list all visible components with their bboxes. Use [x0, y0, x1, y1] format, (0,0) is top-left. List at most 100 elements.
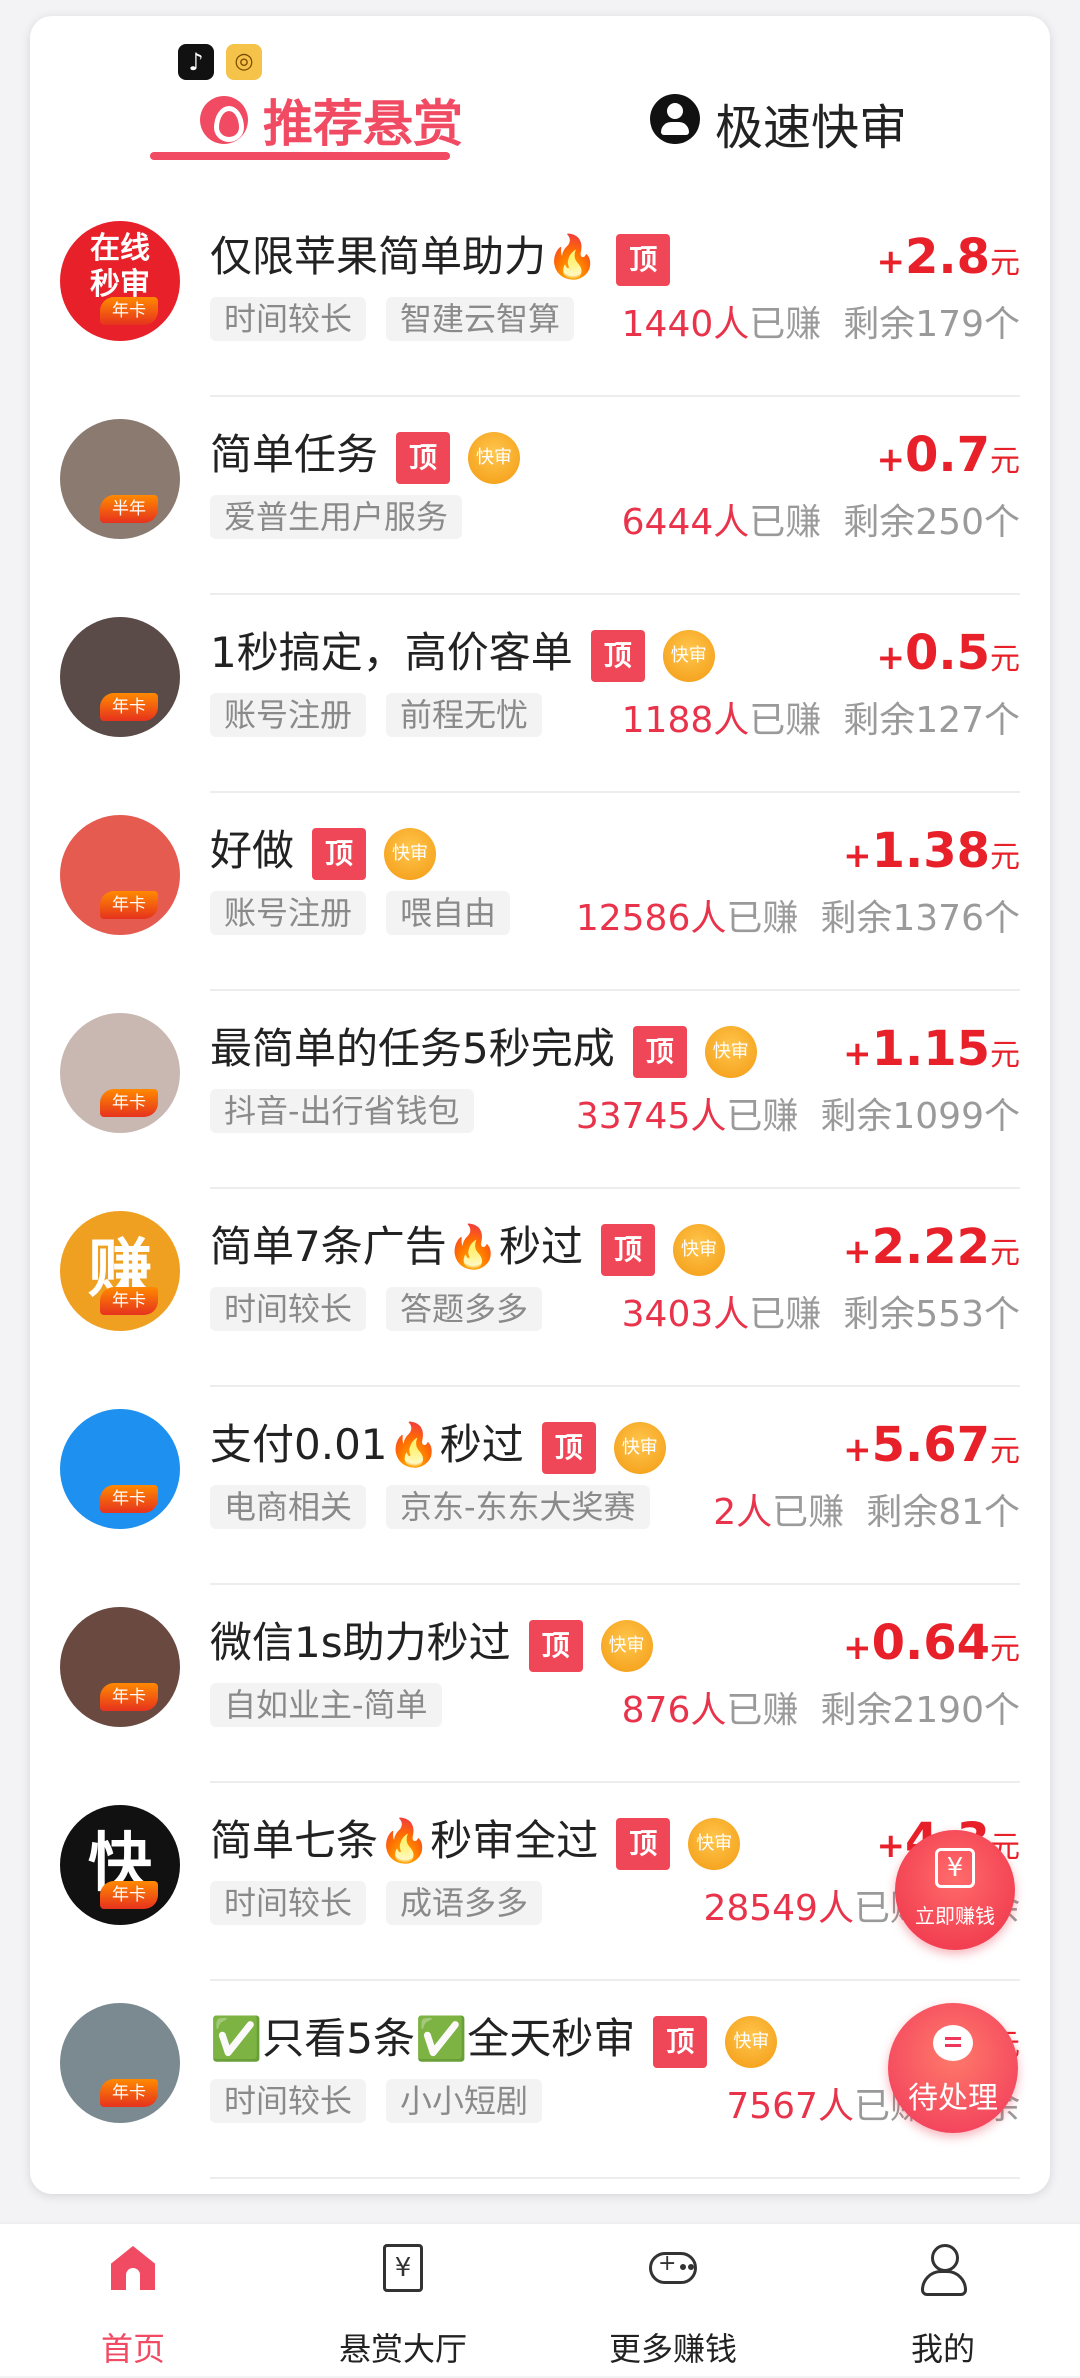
earned-count: 1188人已赚 [622, 691, 822, 743]
task-tag: 时间较长 [210, 297, 367, 341]
reward-unit: 元 [990, 444, 1020, 479]
task-row[interactable]: 年卡 最简单的任务5秒完成顶快审 +1.15元 抖音-出行省钱包 33745人已赚 剩余1… [30, 991, 1050, 1189]
task-tag: 账号注册 [210, 693, 367, 737]
reward-plus: + [843, 1232, 872, 1272]
fast-review-badge: 快审 [725, 2015, 778, 2068]
nav-mine-label: 我的 [910, 2330, 975, 2368]
task-tag: 答题多多 [386, 1287, 543, 1331]
year-card-badge: 年卡 [100, 1485, 158, 1513]
fast-review-badge: 快审 [384, 827, 437, 880]
reward-value: 1.38 [871, 823, 990, 879]
fast-review-badge: 快审 [468, 431, 521, 484]
earned-number: 1188人 [621, 700, 750, 741]
year-card-badge: 年卡 [100, 1683, 158, 1711]
task-row[interactable]: 半年 简单任务顶快审 +0.7元 爱普生用户服务 6444人已赚 剩余250个 [30, 397, 1050, 595]
fast-review-badge: 快审 [662, 629, 715, 682]
fast-review-badge: 快审 [688, 1817, 741, 1870]
earned-label: 已赚 [726, 1690, 799, 1731]
reward-unit: 元 [990, 642, 1020, 677]
tab-recommend[interactable]: 推荐悬赏 [263, 84, 463, 156]
reward-unit: 元 [990, 1434, 1020, 1469]
gamepad-icon [649, 2251, 697, 2284]
reward-amount: +1.15元 [843, 1021, 1020, 1077]
remaining-count: 剩余250个 [843, 502, 1020, 543]
task-tag: 爱普生用户服务 [210, 495, 463, 539]
task-title-line: 好做顶快审 [210, 817, 437, 880]
task-tag: 自如业主-简单 [210, 1683, 442, 1727]
reward-plus: + [876, 440, 905, 480]
nav-more-earn-label: 更多赚钱 [608, 2330, 737, 2368]
fast-review-badge: 快审 [600, 1619, 653, 1672]
nav-more-earn[interactable]: 更多赚钱 [573, 2224, 773, 2378]
task-tag: 时间较长 [210, 1881, 367, 1925]
tab-fast-review[interactable]: 极速快审 [715, 88, 907, 158]
tab-active-indicator [150, 152, 450, 160]
user-circle-icon [650, 94, 700, 144]
task-title-line: 仅限苹果简单助力🔥 顶 [210, 223, 671, 286]
kuaishou-icon: ◎ [226, 44, 262, 80]
earned-count: 28549人已赚 [703, 1879, 926, 1931]
task-title-line: 微信1s助力秒过顶快审 [210, 1609, 653, 1672]
reward-amount: +2.8元 [876, 229, 1020, 285]
earned-number: 33745人 [575, 1096, 727, 1137]
top-badge: 顶 [396, 431, 451, 484]
year-card-badge: 年卡 [100, 693, 158, 721]
task-title: 最简单的任务5秒完成 [210, 1024, 615, 1073]
nav-mine[interactable]: 我的 [843, 2224, 1043, 2378]
task-title: 支付0.01🔥秒过 [210, 1420, 524, 1469]
earned-label: 已赚 [726, 1096, 799, 1137]
avatar-text: 在线 秒审 [90, 231, 150, 302]
task-tag: 成语多多 [386, 1881, 543, 1925]
task-row[interactable]: 年卡 1秒搞定，高价客单顶快审 +0.5元 账号注册 前程无忧 1188人已赚 剩余127个 [30, 595, 1050, 793]
home-icon [111, 2246, 155, 2290]
reward-value: 0.64 [871, 1615, 990, 1671]
top-badge: 顶 [632, 1025, 687, 1078]
reward-value: 5.67 [871, 1417, 990, 1473]
task-tag: 账号注册 [210, 891, 367, 935]
task-row[interactable]: 年卡 支付0.01🔥秒过顶快审 +5.67元 电商相关 京东-东东大奖赛 2人已赚 剩余81… [30, 1387, 1050, 1585]
reward-value: 0.7 [904, 427, 990, 483]
task-title: 简单7条广告🔥秒过 [210, 1222, 584, 1271]
task-title: ✅只看5条✅全天秒审 [210, 2014, 636, 2063]
earned-label: 已赚 [726, 898, 799, 939]
reward-unit: 元 [990, 1632, 1020, 1667]
task-row[interactable]: 年卡 微信1s助力秒过顶快审 +0.64元 自如业主-简单 876人已赚 剩余2190个 [30, 1585, 1050, 1783]
task-tag: 小小短剧 [386, 2079, 543, 2123]
earned-number: 12586人 [575, 898, 727, 939]
task-row[interactable]: 在线 秒审 年卡 仅限苹果简单助力🔥 顶 +2.8元 时间较长 智建云智算 1440人已赚 剩余… [30, 199, 1050, 397]
reward-amount: +5.67元 [843, 1417, 1020, 1473]
task-title: 好做 [210, 826, 295, 875]
reward-plus: + [843, 1628, 872, 1668]
reward-plus: + [876, 1826, 905, 1866]
earned-number: 2人 [713, 1492, 773, 1533]
nav-reward-hall[interactable]: ¥ 悬赏大厅 [303, 2224, 503, 2378]
task-tag: 前程无忧 [386, 693, 543, 737]
year-card-badge: 年卡 [100, 1881, 158, 1909]
task-title-line: 简单七条🔥秒审全过顶快审 [210, 1807, 741, 1870]
top-badge: 顶 [541, 1421, 596, 1474]
reward-value: 2.22 [871, 1219, 990, 1275]
earned-label: 已赚 [749, 700, 822, 741]
task-row[interactable]: 赚年卡 简单7条广告🔥秒过顶快审 +2.22元 时间较长 答题多多 3403人已赚 剩余55… [30, 1189, 1050, 1387]
remaining-count: 剩余179个 [843, 304, 1020, 345]
task-tag: 智建云智算 [386, 297, 575, 341]
remaining-count: 剩余1099个 [820, 1096, 1020, 1137]
earn-now-button[interactable]: ¥ 立即赚钱 [895, 1830, 1015, 1950]
task-tag: 电商相关 [210, 1485, 367, 1529]
person-icon [921, 2244, 967, 2296]
nav-home[interactable]: 首页 [33, 2224, 233, 2378]
year-card-badge: 半年 [100, 495, 158, 523]
row-divider [210, 2177, 1020, 2179]
reward-value: 0.5 [904, 625, 990, 681]
top-badge: 顶 [312, 827, 367, 880]
fast-review-badge: 快审 [673, 1223, 726, 1276]
earned-number: 876人 [621, 1690, 727, 1731]
reward-value: 2.8 [904, 229, 990, 285]
earn-now-label: 立即赚钱 [915, 1904, 995, 1928]
earned-number: 7567人 [726, 2086, 854, 2127]
top-badge: 顶 [616, 1817, 671, 1870]
task-row[interactable]: 年卡 好做顶快审 +1.38元 账号注册 喂自由 12586人已赚 剩余1376个 [30, 793, 1050, 991]
reward-amount: +1.38元 [843, 823, 1020, 879]
pending-button[interactable]: 待处理 [888, 2003, 1018, 2133]
task-tag: 时间较长 [210, 1287, 367, 1331]
